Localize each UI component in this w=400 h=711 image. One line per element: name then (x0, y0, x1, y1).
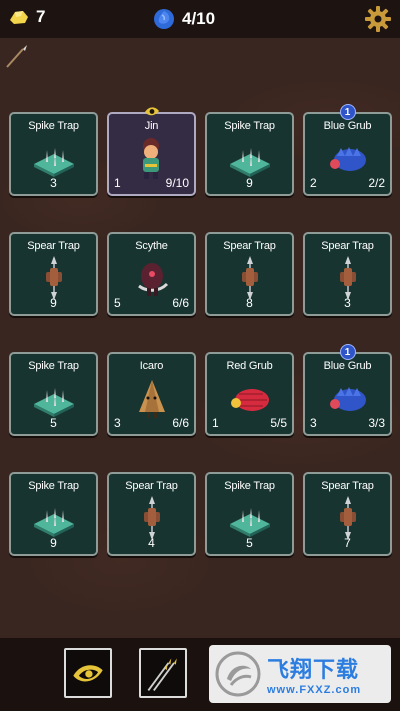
scythe-enemy-icon (127, 256, 177, 300)
gem-counter: 4/10 (152, 7, 215, 31)
unit-card[interactable]: Spear Trap 7 (303, 472, 392, 556)
gear-icon[interactable] (364, 5, 392, 33)
eye-badge-icon (144, 103, 160, 119)
card-name: Blue Grub (323, 360, 372, 372)
unit-card[interactable]: Spike Trap 5 (205, 472, 294, 556)
watermark: 飞翔下载 www.FXXZ.com (209, 645, 391, 703)
icaro-enemy-icon (127, 376, 177, 420)
spear-trap-icon (127, 496, 177, 540)
watermark-title: 飞翔下载 (267, 658, 360, 683)
card-health: 9/10 (165, 176, 189, 190)
card-level: 5 (50, 416, 57, 430)
level-badge: 1 (339, 104, 356, 120)
card-health: 5/5 (270, 416, 287, 430)
card-level: 5 (246, 536, 253, 550)
blue-grub-icon (323, 136, 373, 180)
spike-trap-icon (225, 496, 275, 540)
card-level: 3 (50, 176, 57, 190)
card-name: Spear Trap (321, 480, 374, 492)
card-name: Scythe (135, 240, 168, 252)
spear-trap-icon (225, 256, 275, 300)
card-name: Spear Trap (223, 240, 276, 252)
card-level: 1 (114, 176, 121, 190)
watermark-url: www.FXXZ.com (267, 684, 362, 696)
card-name: Spike Trap (28, 360, 79, 372)
unit-card[interactable]: Jin 1 9/10 (107, 107, 196, 196)
eye-icon (73, 665, 103, 682)
card-name: Spike Trap (224, 480, 275, 492)
card-name: Jin (144, 120, 159, 132)
card-health: 2/2 (368, 176, 385, 190)
card-level: 3 (344, 296, 351, 310)
unit-card[interactable]: Spike Trap 9 (205, 112, 294, 196)
blue-grub-icon (323, 376, 373, 420)
card-health: 6/6 (172, 296, 189, 310)
unit-card[interactable]: Spike Trap 9 (9, 472, 98, 556)
spear-trap-icon (323, 256, 373, 300)
unit-card[interactable]: Red Grub 1 5/5 (205, 352, 294, 436)
unit-card[interactable]: Spike Trap 5 (9, 352, 98, 436)
spears-ability-slot[interactable] (139, 648, 187, 698)
unit-card[interactable]: Icaro 3 6/6 (107, 352, 196, 436)
blue-gem-icon (154, 9, 174, 29)
unit-card[interactable]: Spear Trap 9 (9, 232, 98, 316)
card-name: Spike Trap (224, 120, 275, 132)
unit-card[interactable]: 1 Blue Grub 3 3/3 (303, 344, 392, 436)
card-name: Spike Trap (28, 480, 79, 492)
card-level: 1 (212, 416, 219, 430)
card-level: 3 (310, 416, 317, 430)
card-level: 5 (114, 296, 121, 310)
card-level: 7 (344, 536, 351, 550)
unit-card[interactable]: Spear Trap 3 (303, 232, 392, 316)
spears-icon (147, 658, 177, 691)
card-name: Spear Trap (125, 480, 178, 492)
card-name: Spike Trap (28, 120, 79, 132)
gold-value: 7 (36, 7, 46, 26)
card-health: 3/3 (368, 416, 385, 430)
card-level: 3 (114, 416, 121, 430)
spear-trap-icon (323, 496, 373, 540)
card-name: Blue Grub (323, 120, 372, 132)
card-level: 9 (50, 296, 57, 310)
eye-ability-slot[interactable] (64, 648, 112, 698)
gold-icon (10, 11, 28, 24)
watermark-logo-icon (215, 651, 261, 697)
card-level: 2 (310, 176, 317, 190)
spike-trap-icon (29, 376, 79, 420)
spear-weapon-icon[interactable] (4, 44, 28, 70)
spike-trap-icon (29, 496, 79, 540)
card-grid: Spike Trap 3 Jin 1 9/10 Spike Trap 9 1 Blue Grub… (9, 104, 392, 556)
card-name: Spear Trap (321, 240, 374, 252)
red-grub-icon (225, 376, 275, 420)
unit-card[interactable]: Spear Trap 4 (107, 472, 196, 556)
top-bar: 7 4/10 (0, 0, 400, 38)
card-level: 8 (246, 296, 253, 310)
spike-trap-icon (29, 136, 79, 180)
unit-card[interactable]: Spear Trap 8 (205, 232, 294, 316)
card-name: Red Grub (226, 360, 273, 372)
unit-card[interactable]: Scythe 5 6/6 (107, 232, 196, 316)
gold-counter: 7 (8, 7, 45, 27)
unit-card[interactable]: 1 Blue Grub 2 2/2 (303, 104, 392, 196)
level-badge: 1 (339, 344, 356, 360)
card-name: Icaro (139, 360, 164, 372)
gem-value: 4/10 (182, 9, 216, 28)
spike-trap-icon (225, 136, 275, 180)
card-level: 4 (148, 536, 155, 550)
card-health: 6/6 (172, 416, 189, 430)
jin-character-icon (127, 136, 177, 180)
spear-trap-icon (29, 256, 79, 300)
card-name: Spear Trap (27, 240, 80, 252)
card-level: 9 (50, 536, 57, 550)
unit-card[interactable]: Spike Trap 3 (9, 112, 98, 196)
card-level: 9 (246, 176, 253, 190)
